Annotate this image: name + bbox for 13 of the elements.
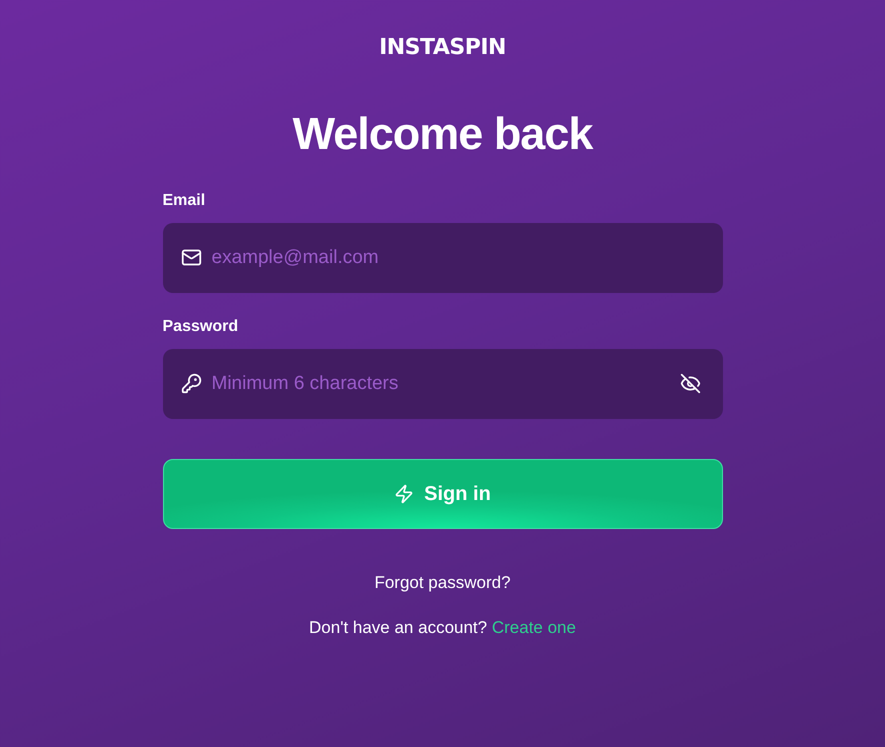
forgot-password-link[interactable]: Forgot password? bbox=[374, 572, 511, 594]
page-title: Welcome back bbox=[292, 107, 592, 161]
mail-icon bbox=[180, 247, 202, 268]
field-label: Password bbox=[162, 317, 240, 337]
signup-prompt: Don't have an account? Create one bbox=[309, 617, 576, 639]
field-label: Email bbox=[162, 191, 206, 211]
input-field[interactable]: example@mail.com bbox=[162, 223, 722, 293]
lightning-icon bbox=[394, 484, 414, 504]
key-icon bbox=[180, 373, 202, 394]
input-field[interactable]: Minimum 6 characters bbox=[162, 349, 722, 419]
create-account-link[interactable]: Create one bbox=[492, 618, 576, 637]
brand-logo: INSTASPIN bbox=[379, 34, 506, 62]
eye-off-icon[interactable] bbox=[680, 373, 700, 394]
